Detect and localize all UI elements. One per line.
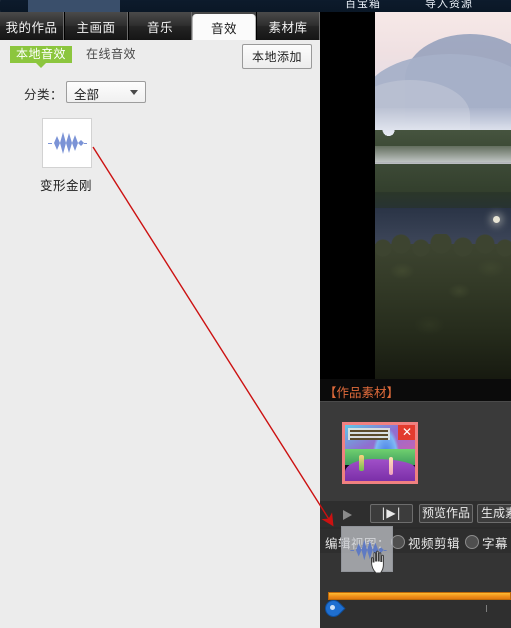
- timeline-track[interactable]: [320, 600, 511, 628]
- thumb-character-1: [359, 455, 364, 471]
- radio-video-edit-label[interactable]: 视频剪辑: [408, 533, 460, 552]
- thumb-character-2: [389, 457, 393, 475]
- category-filter-row: 分类： 全部: [0, 78, 320, 108]
- tab-sound-effects[interactable]: 音效: [192, 14, 256, 40]
- edit-view-row: 编辑视图： 视频剪辑 字幕: [320, 529, 511, 553]
- category-filter-label: 分类：: [24, 87, 64, 102]
- tab-my-works-label: 我的作品: [5, 19, 58, 35]
- waveform-svg: [48, 132, 87, 154]
- materials-header: 【作品素材】: [320, 379, 511, 401]
- radio-subtitle-label[interactable]: 字幕: [482, 533, 508, 552]
- preview-image: [375, 12, 511, 379]
- category-select-value: 全部: [74, 87, 100, 102]
- material-thumbnail[interactable]: ✕: [342, 422, 418, 484]
- chevron-down-icon: [130, 90, 138, 95]
- top-menu-item-toolbox[interactable]: 百宝箱: [345, 0, 381, 11]
- sub-header: 本地音效 在线音效 本地添加: [0, 40, 320, 76]
- radio-video-edit[interactable]: [391, 535, 405, 549]
- sound-effect-item-label: 变形金刚: [40, 178, 93, 193]
- video-preview[interactable]: [320, 12, 511, 379]
- subtab-online-sound-effects[interactable]: 在线音效: [86, 46, 136, 63]
- preview-moon: [493, 216, 500, 223]
- right-panel: 【作品素材】 ✕ |▶| 预览作品 生成 编辑视图： 视频剪辑 字幕: [320, 12, 511, 628]
- play-icon[interactable]: [343, 510, 352, 520]
- tab-material-library-label: 素材库: [268, 19, 308, 35]
- frame-step-button[interactable]: |▶|: [370, 504, 413, 523]
- playhead-center-dot: [330, 605, 335, 610]
- tab-main-screen-label: 主画面: [76, 19, 116, 35]
- tab-main-screen[interactable]: 主画面: [64, 12, 128, 40]
- timeline-tick: [486, 605, 487, 612]
- playback-controls: |▶| 预览作品 生成素: [320, 501, 511, 527]
- tab-music-label: 音乐: [146, 19, 173, 35]
- left-panel: 我的作品 主画面 音乐 音效 素材库 本地音效 在线音效 本地添加 分类： 全部: [0, 12, 320, 615]
- materials-header-title: 【作品素材】: [324, 385, 400, 400]
- category-select[interactable]: 全部: [66, 81, 146, 103]
- close-icon[interactable]: ✕: [398, 425, 415, 440]
- main-tab-bar: 我的作品 主画面 音乐 音效 素材库: [0, 12, 320, 40]
- frame-step-label: |▶|: [381, 506, 402, 520]
- tab-music[interactable]: 音乐: [128, 12, 192, 40]
- sound-effect-item[interactable]: 变形金刚: [40, 118, 140, 194]
- edit-view-label: 编辑视图：: [325, 536, 391, 551]
- preview-forest: [375, 234, 511, 379]
- tab-material-library[interactable]: 素材库: [256, 12, 320, 40]
- tab-sound-effects-label: 音效: [210, 20, 237, 36]
- radio-subtitle[interactable]: [465, 535, 479, 549]
- materials-list: ✕: [320, 401, 511, 502]
- tab-my-works[interactable]: 我的作品: [0, 12, 64, 40]
- audio-waveform-icon: [42, 118, 92, 168]
- title-strip-highlight: [28, 0, 120, 12]
- window-title-strip: 百宝箱 导入资源: [0, 0, 511, 12]
- timeline-playhead[interactable]: [321, 596, 346, 621]
- preview-work-button[interactable]: 预览作品: [419, 504, 473, 523]
- add-local-button[interactable]: 本地添加: [241, 44, 312, 69]
- thumb-caption-box: [348, 428, 390, 440]
- subtab-local-sound-effects[interactable]: 本地音效: [10, 46, 73, 68]
- generate-material-button[interactable]: 生成素: [477, 504, 511, 523]
- timeline-ruler-bar[interactable]: [328, 592, 511, 600]
- thumb-foreground: [345, 459, 415, 481]
- top-menu-item-import[interactable]: 导入资源: [425, 0, 473, 11]
- sound-effect-grid: 变形金刚: [0, 112, 320, 194]
- timeline-area[interactable]: [320, 553, 511, 628]
- application-window: 百宝箱 导入资源 我的作品 主画面 音乐 音效 素材库 本地音效 在线音效 本地…: [0, 0, 511, 628]
